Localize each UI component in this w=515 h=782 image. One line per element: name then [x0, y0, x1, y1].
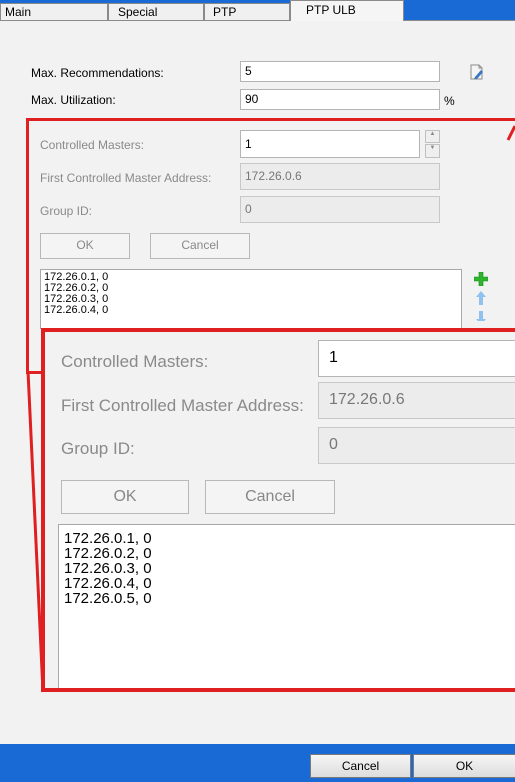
zoom-group-id-input: 0: [318, 427, 515, 464]
zoom-ok-button[interactable]: OK: [61, 480, 189, 514]
zoom-controlled-masters-label: Controlled Masters:: [61, 352, 209, 371]
list-item[interactable]: 172.26.0.5, 0: [64, 591, 515, 606]
list-item[interactable]: 172.26.0.1, 0: [64, 531, 515, 546]
zoom-group-id-label: Group ID:: [61, 439, 135, 458]
zoom-first-address-label: First Controlled Master Address:: [61, 396, 304, 415]
zoom-master-address-list[interactable]: 172.26.0.1, 0 172.26.0.2, 0 172.26.0.3, …: [58, 524, 515, 688]
footer-cancel-button[interactable]: Cancel: [310, 754, 411, 778]
list-item[interactable]: 172.26.0.2, 0: [64, 546, 515, 561]
zoom-first-address-input: 172.26.0.6: [318, 382, 515, 419]
tab-ptp-ulb[interactable]: PTP ULB: [290, 0, 404, 21]
zoom-cancel-button[interactable]: Cancel: [205, 480, 335, 514]
zoomed-inset: Controlled Masters: 1 First Controlled M…: [41, 328, 515, 692]
footer-ok-button[interactable]: OK: [413, 754, 515, 778]
list-item[interactable]: 172.26.0.3, 0: [64, 561, 515, 576]
list-item[interactable]: 172.26.0.4, 0: [64, 576, 515, 591]
zoom-controlled-masters-input[interactable]: 1: [318, 340, 515, 377]
